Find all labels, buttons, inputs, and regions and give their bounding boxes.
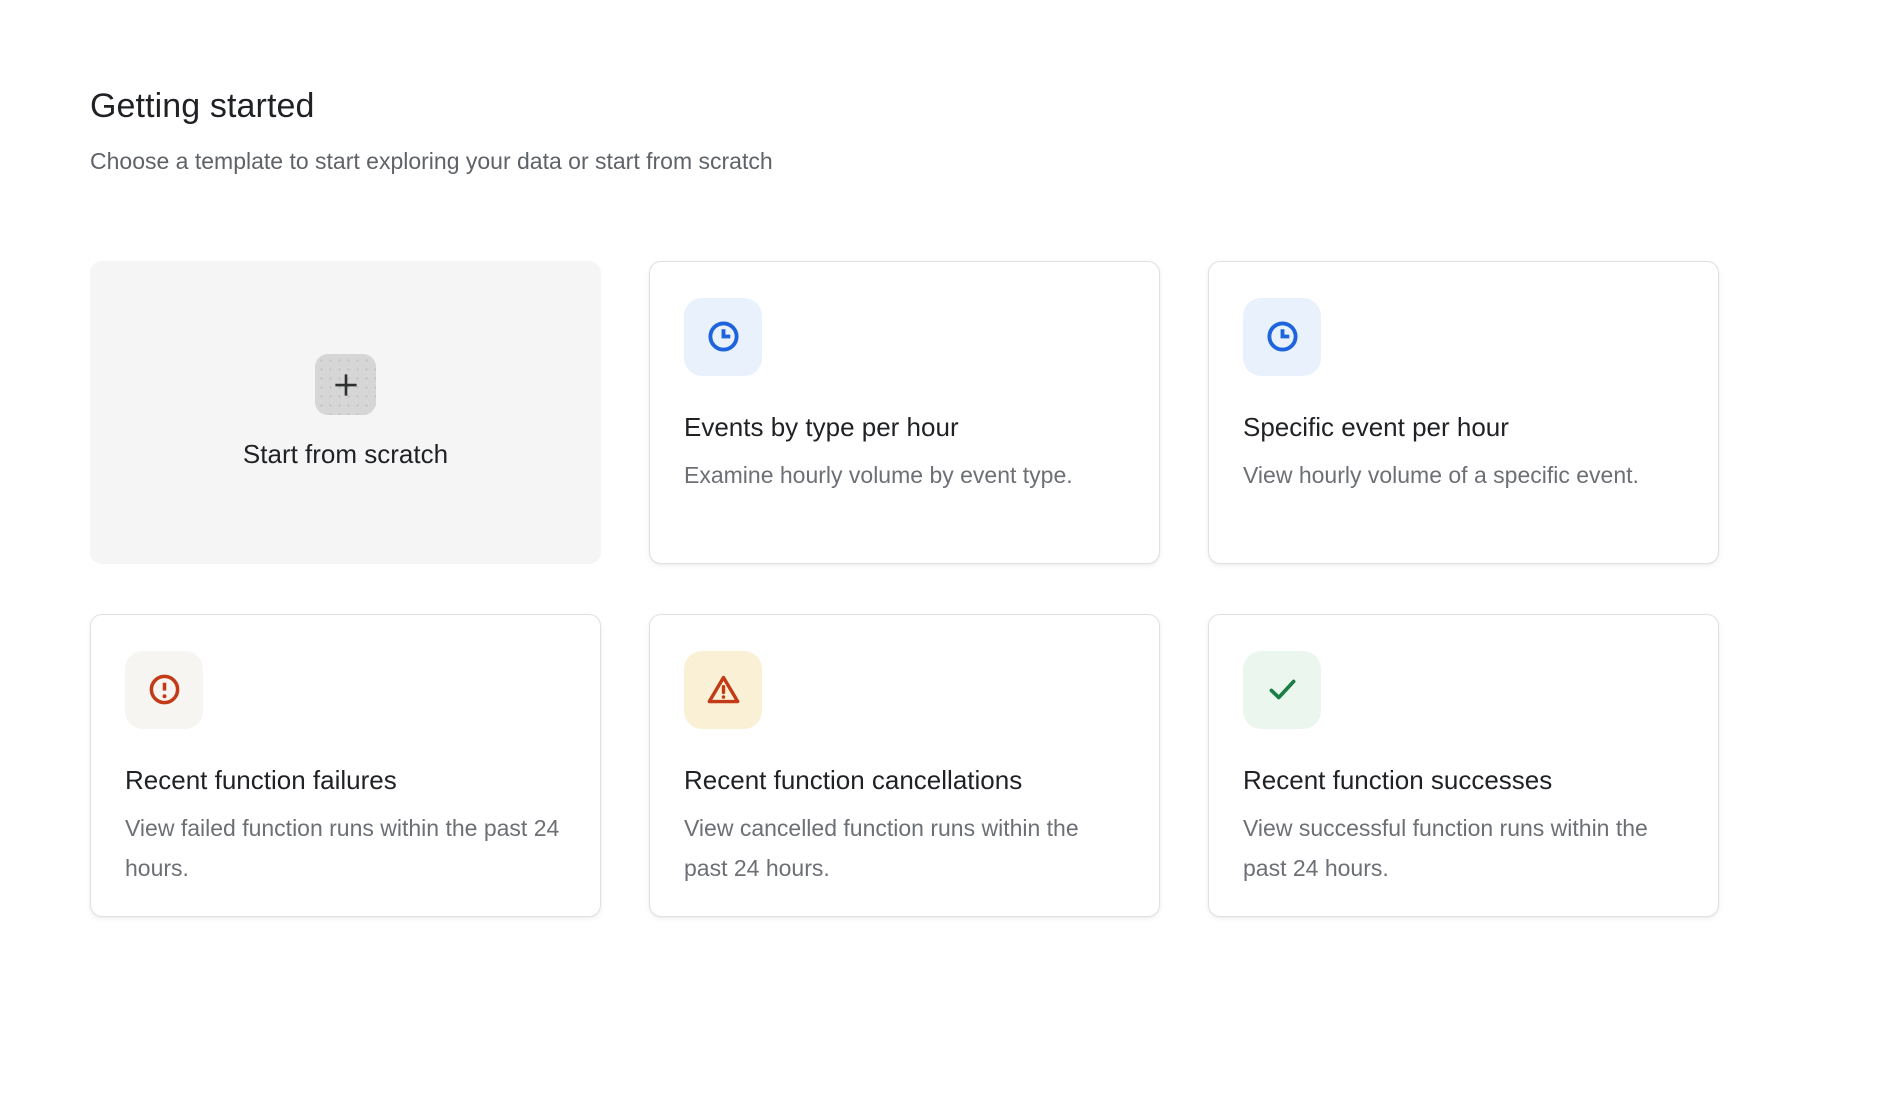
card-title: Recent function successes	[1243, 764, 1682, 797]
card-description: View failed function runs within the pas…	[125, 809, 564, 888]
card-title: Events by type per hour	[684, 411, 1123, 444]
template-card-events-by-type-per-hour[interactable]: Events by type per hour Examine hourly v…	[649, 261, 1160, 564]
template-grid: Start from scratch Events by type per ho…	[90, 261, 1796, 917]
card-title: Recent function cancellations	[684, 764, 1123, 797]
card-description: Examine hourly volume by event type.	[684, 456, 1123, 496]
plus-icon	[315, 354, 376, 415]
alert-circle-icon	[125, 651, 203, 729]
start-from-scratch-card[interactable]: Start from scratch	[90, 261, 601, 564]
warning-triangle-icon	[684, 651, 762, 729]
clock-icon	[684, 298, 762, 376]
clock-icon	[1243, 298, 1321, 376]
card-description: View successful function runs within the…	[1243, 809, 1682, 888]
card-description: View hourly volume of a specific event.	[1243, 456, 1682, 496]
template-card-recent-function-failures[interactable]: Recent function failures View failed fun…	[90, 614, 601, 917]
card-title: Specific event per hour	[1243, 411, 1682, 444]
template-card-specific-event-per-hour[interactable]: Specific event per hour View hourly volu…	[1208, 261, 1719, 564]
getting-started-section: Getting started Choose a template to sta…	[0, 0, 1886, 917]
start-from-scratch-label: Start from scratch	[243, 439, 448, 470]
check-icon	[1243, 651, 1321, 729]
card-title: Recent function failures	[125, 764, 564, 797]
template-card-recent-function-successes[interactable]: Recent function successes View successfu…	[1208, 614, 1719, 917]
page-subtitle: Choose a template to start exploring you…	[90, 147, 1796, 177]
template-card-recent-function-cancellations[interactable]: Recent function cancellations View cance…	[649, 614, 1160, 917]
card-description: View cancelled function runs within the …	[684, 809, 1123, 888]
page-title: Getting started	[90, 86, 1796, 127]
